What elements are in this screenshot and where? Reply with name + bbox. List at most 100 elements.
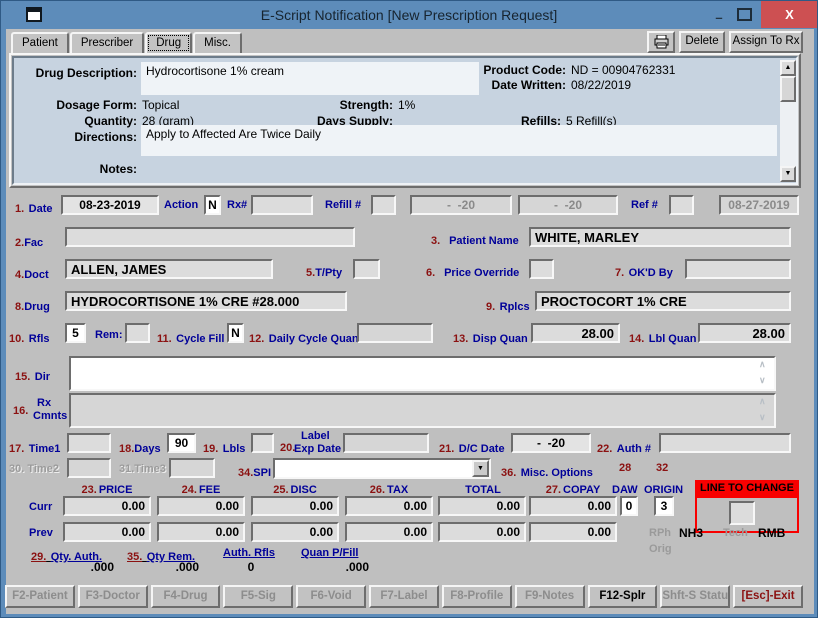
- print-button[interactable]: [647, 31, 675, 53]
- cycle-fill-label: 11. Cycle Fill: [157, 329, 224, 347]
- spi-dropdown[interactable]: ▼: [273, 458, 491, 479]
- rx-cmnts-label-line1: Rx: [37, 397, 51, 409]
- curr-price-field[interactable]: 0.00: [63, 496, 151, 516]
- dosage-form-label: Dosage Form:: [9, 98, 137, 112]
- fac-field[interactable]: [65, 227, 355, 247]
- drug-description-label: Drug Description:: [9, 66, 137, 80]
- refill-number-label: Refill #: [325, 199, 361, 211]
- patient-name-field[interactable]: WHITE, MARLEY: [529, 227, 791, 247]
- days-field[interactable]: 90: [167, 433, 196, 453]
- drug-description-value: Hydrocortisone 1% cream: [141, 62, 479, 95]
- prev-disc-field: 0.00: [251, 522, 339, 542]
- scroll-down-icon[interactable]: ▼: [780, 166, 796, 182]
- prev-tax-field: 0.00: [345, 522, 433, 542]
- quan-pfill-label: Quan P/Fill: [301, 547, 358, 559]
- cmnts-scroll-down-icon[interactable]: ∨: [759, 412, 766, 423]
- tab-prescriber[interactable]: Prescriber: [70, 32, 144, 54]
- daily-cycle-quan-field[interactable]: [357, 323, 433, 343]
- dc-date-field[interactable]: - -20: [511, 433, 591, 453]
- curr-copay-field[interactable]: 0.00: [529, 496, 617, 516]
- dir-scroll-up-icon[interactable]: ∧: [759, 359, 766, 370]
- doct-field[interactable]: ALLEN, JAMES: [65, 259, 273, 279]
- f9-notes-button[interactable]: F9-Notes: [515, 585, 585, 608]
- strength-value: 1%: [398, 98, 415, 112]
- close-button[interactable]: X: [761, 1, 818, 28]
- refill-number-field[interactable]: [371, 195, 396, 215]
- tech-value: RMB: [758, 526, 785, 540]
- label-exp-date-line1: Label: [301, 430, 330, 442]
- action-field[interactable]: N: [204, 195, 221, 215]
- daily-cycle-quan-label: 12. Daily Cycle Quan: [249, 329, 359, 347]
- disp-quan-field[interactable]: 28.00: [531, 323, 620, 343]
- f6-void-button[interactable]: F6-Void: [296, 585, 366, 608]
- scroll-up-icon[interactable]: ▲: [780, 60, 796, 76]
- tab-misc[interactable]: Misc.: [193, 32, 242, 54]
- rfls-field[interactable]: 5: [65, 323, 86, 343]
- f3-doctor-button[interactable]: F3-Doctor: [78, 585, 148, 608]
- dir-textarea[interactable]: [69, 356, 776, 391]
- f8-profile-button[interactable]: F8-Profile: [442, 585, 512, 608]
- fac-field-label: 2.Fac: [15, 233, 43, 251]
- exp-date-field: 08-27-2019: [719, 195, 799, 215]
- window-title: E-Script Notification [New Prescription …: [1, 7, 817, 23]
- disc-header: 25.DISC: [251, 484, 339, 496]
- days-label: 18.Days: [119, 439, 161, 457]
- auth-number-field[interactable]: [659, 433, 791, 453]
- curr-fee-field[interactable]: 0.00: [157, 496, 245, 516]
- rph-label: RPh: [649, 527, 671, 539]
- daw-field[interactable]: 0: [620, 496, 638, 516]
- f5-sig-button[interactable]: F5-Sig: [223, 585, 293, 608]
- lbl-quan-field[interactable]: 28.00: [698, 323, 791, 343]
- origin-field[interactable]: 3: [654, 496, 674, 516]
- f12-splr-button[interactable]: F12-Splr: [588, 585, 658, 608]
- directions-value: Apply to Affected Are Twice Daily: [141, 125, 777, 156]
- delete-button[interactable]: Delete: [679, 31, 725, 53]
- rplcs-field[interactable]: PROCTOCORT 1% CRE: [535, 291, 791, 311]
- curr-tax-field[interactable]: 0.00: [345, 496, 433, 516]
- esc-exit-button[interactable]: [Esc]-Exit: [733, 585, 803, 608]
- f7-label-button[interactable]: F7-Label: [369, 585, 439, 608]
- rx-cmnts-number: 16.: [13, 405, 28, 417]
- tpty-field-label: 5.T/Pty: [306, 263, 342, 281]
- chevron-down-icon[interactable]: ▼: [472, 460, 489, 477]
- time1-label: 17. Time1: [9, 439, 60, 457]
- dir-scroll-down-icon[interactable]: ∨: [759, 375, 766, 386]
- date-field[interactable]: 08-23-2019: [61, 195, 159, 215]
- okd-by-field[interactable]: [685, 259, 791, 279]
- cycle-fill-field[interactable]: N: [227, 323, 244, 343]
- rfls-field-label: 10. Rfls: [9, 329, 50, 347]
- rx-cmnts-textarea[interactable]: [69, 393, 776, 428]
- daw-number: 28: [619, 462, 631, 474]
- rx-cmnts-label-line2: Cmnts: [33, 410, 67, 422]
- line-to-change-field[interactable]: [729, 501, 755, 525]
- copay-header: 27.COPAY: [529, 484, 617, 496]
- price-header: 23.PRICE: [63, 484, 151, 496]
- price-override-field[interactable]: [529, 259, 554, 279]
- scrollbar-thumb[interactable]: [780, 76, 796, 102]
- tab-drug[interactable]: Drug: [145, 32, 192, 54]
- rx-number-field[interactable]: [251, 195, 313, 215]
- escript-notification-window: E-Script Notification [New Prescription …: [0, 0, 818, 618]
- cmnts-scroll-up-icon[interactable]: ∧: [759, 396, 766, 407]
- tab-patient[interactable]: Patient: [11, 32, 69, 54]
- rph-value: NH3: [679, 526, 703, 540]
- f2-patient-button[interactable]: F2-Patient: [5, 585, 75, 608]
- lbls-field[interactable]: [251, 433, 274, 453]
- spi-label: 34.SPI: [238, 463, 271, 481]
- minimize-button[interactable]: –: [707, 3, 731, 27]
- tpty-field[interactable]: [353, 259, 380, 279]
- curr-total-field[interactable]: 0.00: [438, 496, 526, 516]
- disp-quan-label: 13. Disp Quan: [453, 329, 528, 347]
- f4-drug-button[interactable]: F4-Drug: [151, 585, 221, 608]
- maximize-button[interactable]: [737, 8, 752, 21]
- ref-number-field[interactable]: [669, 195, 694, 215]
- drug-field[interactable]: HYDROCORTISONE 1% CRE #28.000: [65, 291, 347, 311]
- assign-to-rx-button[interactable]: Assign To Rx: [729, 31, 803, 53]
- quantity-label: Quantity:: [9, 114, 137, 128]
- shft-s-status-button[interactable]: Shft-S Status: [660, 585, 730, 608]
- curr-disc-field[interactable]: 0.00: [251, 496, 339, 516]
- time1-field[interactable]: [67, 433, 111, 453]
- label-exp-date-field[interactable]: [343, 433, 429, 453]
- rx-number-label: Rx#: [227, 199, 247, 211]
- rem-field[interactable]: [125, 323, 150, 343]
